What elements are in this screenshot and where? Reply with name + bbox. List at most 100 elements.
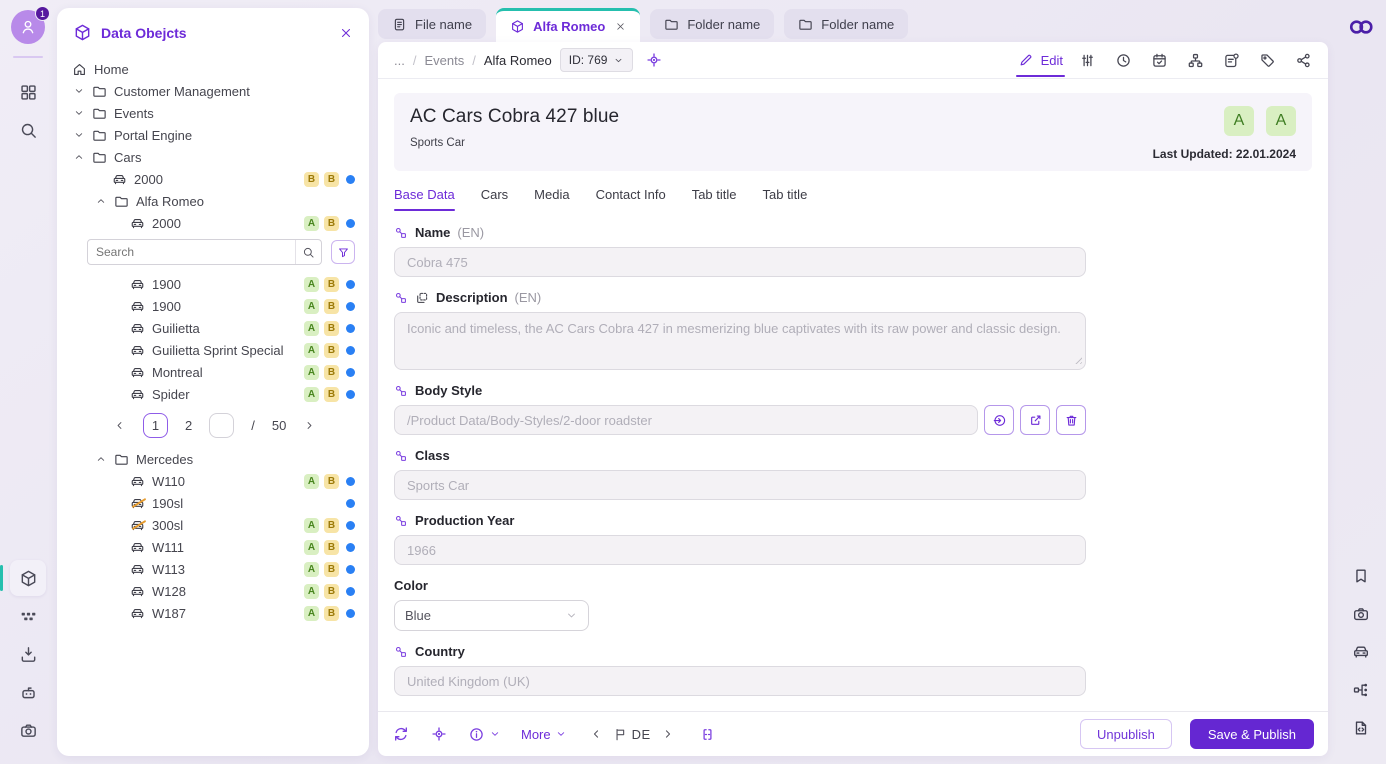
edit-tab[interactable]: Edit xyxy=(1018,52,1063,68)
chevron-up-icon[interactable] xyxy=(73,151,92,163)
tab-folder-name-2[interactable]: Folder name xyxy=(650,9,774,39)
tree-item[interactable]: 2000AB xyxy=(71,212,355,234)
breadcrumb-ellipsis[interactable]: ... xyxy=(394,53,405,68)
class-input[interactable] xyxy=(394,470,1086,500)
panel-title: Data Obejcts xyxy=(101,25,330,41)
tree-item[interactable]: 1900AB xyxy=(71,273,355,295)
camera-icon[interactable] xyxy=(1343,596,1379,632)
tree-item[interactable]: Events xyxy=(71,102,355,124)
search-icon[interactable] xyxy=(10,112,46,148)
clock-icon[interactable] xyxy=(1115,52,1132,69)
unpublish-button[interactable]: Unpublish xyxy=(1080,719,1172,749)
page-jump-input[interactable] xyxy=(209,413,234,438)
tree-item[interactable]: SpiderAB xyxy=(71,383,355,405)
tree-item[interactable]: W113AB xyxy=(71,558,355,580)
tree-item[interactable]: W111AB xyxy=(71,536,355,558)
sitemap-icon[interactable] xyxy=(1187,52,1204,69)
tab-base-data-0[interactable]: Base Data xyxy=(394,187,455,211)
tree-item[interactable]: 2000BB xyxy=(71,168,355,190)
tab-tab-title-4[interactable]: Tab title xyxy=(692,187,737,211)
page-current[interactable]: 1 xyxy=(143,413,168,438)
tree-item[interactable]: 1900AB xyxy=(71,295,355,317)
tree-item[interactable]: Portal Engine xyxy=(71,124,355,146)
color-select[interactable]: Blue xyxy=(394,600,589,631)
tree-item[interactable]: Customer Management xyxy=(71,80,355,102)
file-code-icon[interactable] xyxy=(1343,710,1379,746)
tab-contact-info-3[interactable]: Contact Info xyxy=(596,187,666,211)
tree-item[interactable]: 300slAB xyxy=(71,514,355,536)
locate-icon[interactable] xyxy=(645,51,663,69)
chevron-down-icon[interactable] xyxy=(73,129,92,141)
chevron-down-icon[interactable] xyxy=(73,107,92,119)
tree-item[interactable]: Mercedes xyxy=(71,448,355,470)
car-icon xyxy=(130,216,145,231)
description-textarea[interactable]: Iconic and timeless, the AC Cars Cobra 4… xyxy=(394,312,1086,370)
tree-item[interactable]: Home xyxy=(71,58,355,80)
chevron-up-icon[interactable] xyxy=(95,195,114,207)
tree-item[interactable]: 190sl xyxy=(71,492,355,514)
dashboard-icon[interactable] xyxy=(10,74,46,110)
tree-item[interactable]: W110AB xyxy=(71,470,355,492)
delete-icon[interactable] xyxy=(1056,405,1086,435)
share-icon[interactable] xyxy=(1295,52,1312,69)
more-dropdown[interactable]: More xyxy=(521,727,567,742)
tree-item[interactable]: GuiliettaAB xyxy=(71,317,355,339)
search-input[interactable] xyxy=(88,245,295,259)
tree-item[interactable]: Guilietta Sprint SpecialAB xyxy=(71,339,355,361)
breadcrumb-item-events[interactable]: Events xyxy=(424,53,464,68)
camera-icon[interactable] xyxy=(10,712,46,748)
close-icon[interactable] xyxy=(339,26,353,40)
filter-button[interactable] xyxy=(331,240,355,264)
close-icon[interactable] xyxy=(615,21,626,32)
bookmark-icon[interactable] xyxy=(1343,558,1379,594)
production-year-input[interactable] xyxy=(394,535,1086,565)
tab-file-name-0[interactable]: File name xyxy=(378,9,486,39)
info-dropdown[interactable] xyxy=(468,726,501,743)
save-publish-button[interactable]: Save & Publish xyxy=(1190,719,1314,749)
chevron-left-icon[interactable] xyxy=(113,419,126,432)
name-input[interactable] xyxy=(394,247,1086,277)
tree-item[interactable]: W128AB xyxy=(71,580,355,602)
data-objects-icon[interactable] xyxy=(10,560,46,596)
tune-icon[interactable] xyxy=(1079,52,1096,69)
tab-tab-title-5[interactable]: Tab title xyxy=(763,187,808,211)
status-badge-b: B xyxy=(324,518,339,533)
tree-item[interactable]: Alfa Romeo xyxy=(71,190,355,212)
body-style-input[interactable] xyxy=(394,405,978,435)
collapse-brackets-icon[interactable] xyxy=(699,726,716,743)
chevron-right-icon[interactable] xyxy=(303,419,316,432)
import-icon[interactable] xyxy=(10,636,46,672)
chevron-left-icon[interactable] xyxy=(589,727,603,741)
tab-media-2[interactable]: Media xyxy=(534,187,569,211)
schema-icon[interactable] xyxy=(1343,672,1379,708)
locate-icon[interactable] xyxy=(430,725,448,743)
chevron-right-icon[interactable] xyxy=(661,727,675,741)
country-input[interactable] xyxy=(394,666,1086,696)
tag-icon[interactable] xyxy=(1259,52,1276,69)
tab-cars-1[interactable]: Cars xyxy=(481,187,508,211)
search-icon[interactable] xyxy=(295,240,321,264)
avatar[interactable]: 1 xyxy=(11,10,45,44)
open-external-icon[interactable] xyxy=(1020,405,1050,435)
note-icon[interactable] xyxy=(1223,52,1240,69)
car-icon[interactable] xyxy=(1343,634,1379,670)
breadcrumb-item-current[interactable]: Alfa Romeo xyxy=(484,53,552,68)
page-2[interactable]: 2 xyxy=(185,418,192,433)
tab-alfa-romeo-1[interactable]: Alfa Romeo xyxy=(496,8,640,42)
assistant-icon[interactable] xyxy=(10,674,46,710)
tree-item[interactable]: MontrealAB xyxy=(71,361,355,383)
language-selector[interactable]: DE xyxy=(613,727,651,742)
infinity-logo[interactable] xyxy=(1348,14,1374,40)
chevron-up-icon[interactable] xyxy=(95,453,114,465)
published-dot xyxy=(346,346,355,355)
tree-item[interactable]: Cars xyxy=(71,146,355,168)
refresh-icon[interactable] xyxy=(392,725,410,743)
calendar-check-icon[interactable] xyxy=(1151,52,1168,69)
tree-item[interactable]: W187AB xyxy=(71,602,355,624)
widgets-icon[interactable] xyxy=(10,598,46,634)
chevron-down-icon[interactable] xyxy=(73,85,92,97)
open-in-icon[interactable] xyxy=(984,405,1014,435)
object-id-dropdown[interactable]: ID: 769 xyxy=(560,48,634,72)
tree-item-label: Events xyxy=(114,106,355,121)
tab-folder-name-3[interactable]: Folder name xyxy=(784,9,908,39)
